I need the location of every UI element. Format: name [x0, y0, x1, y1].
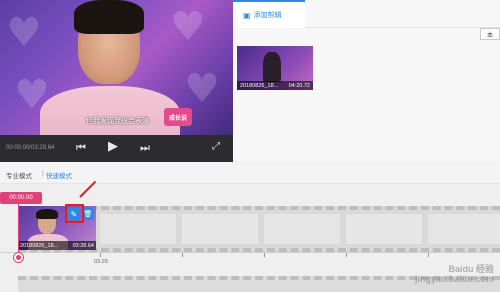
heart-decoration-icon: ♥: [170, 4, 206, 50]
clip-hair: [36, 209, 58, 219]
heart-decoration-icon: ♥: [6, 10, 42, 56]
ruler-tick: [346, 253, 347, 257]
mode-separator: |: [42, 170, 44, 177]
presenter-hair: [74, 0, 144, 34]
pro-mode-tab[interactable]: 专业模式: [6, 170, 32, 180]
playhead-handle[interactable]: [14, 253, 23, 262]
play-icon[interactable]: ▶: [108, 139, 118, 154]
ruler-tick: [264, 253, 265, 257]
annotation-highlight-box: [65, 204, 84, 223]
empty-track-slot: [264, 214, 340, 244]
media-tab-bar: ▣ 添加剪辑: [233, 0, 500, 28]
ruler-tick: [100, 253, 101, 257]
timeline-clip-caption: 20180826_18... 03:28.64: [18, 241, 96, 250]
empty-track-slot: [346, 214, 422, 244]
heart-decoration-icon: ♥: [184, 66, 220, 112]
video-subtitle: 但我发现我很会表演: [86, 118, 149, 125]
import-button-label: 本: [486, 32, 493, 39]
empty-track-slot: [428, 214, 500, 244]
playback-time: 00:00.00/03:28.64: [6, 145, 55, 151]
fullscreen-icon[interactable]: ⤢: [212, 141, 220, 152]
mode-bar: 专业模式 | 快速模式: [0, 162, 500, 184]
media-clip-thumbnail[interactable]: 20180826_18... 04:20.72: [237, 46, 313, 90]
tab-add-clip[interactable]: ▣ 添加剪辑: [233, 0, 305, 28]
media-clip-duration: 04:20.72: [288, 82, 310, 89]
skip-back-icon[interactable]: ⏮: [76, 141, 86, 155]
video-clip-icon: ▣: [243, 10, 251, 20]
video-preview[interactable]: ♥ ♥ ♥ ♥ 但我发现我很会表演 成长说: [0, 0, 233, 135]
playhead-line: [18, 204, 19, 256]
media-clip-name: 20180826_18...: [240, 82, 279, 89]
watermark: Baidu 经验 jingyan.baidu.com: [415, 264, 494, 284]
import-button[interactable]: 本: [480, 28, 500, 40]
video-player: ♥ ♥ ♥ ♥ 但我发现我很会表演 成长说 00:00.00/03:28.64 …: [0, 0, 233, 162]
tab-add-clip-label: 添加剪辑: [253, 12, 282, 19]
media-panel: ▣ 添加剪辑 本 20180826_18... 04:20.72: [233, 0, 500, 162]
timeline-clip-name: 20180826_18...: [20, 242, 59, 249]
skip-forward-icon[interactable]: ⏭: [140, 141, 150, 155]
player-controls: 00:00.00/03:28.64 ⏮ ▶ ⏭ ⤢: [0, 135, 233, 162]
watermark-text: Baidu 经验 jingyan.baidu.com: [414, 264, 494, 284]
quick-mode-tab[interactable]: 快速模式: [46, 170, 72, 180]
show-logo: 成长说: [164, 108, 192, 126]
presenter-shirt: [40, 86, 180, 135]
media-clip-label: 20180826_18... 04:20.72: [237, 81, 313, 90]
timeline-clip-duration: 03:28.64: [72, 242, 94, 249]
ruler-tick: [182, 253, 183, 257]
ruler-label-end: 03:28: [94, 259, 108, 265]
ruler-tick: [428, 253, 429, 257]
empty-track-slot: [100, 214, 176, 244]
clip-figure: [263, 52, 281, 82]
empty-track-slot: [182, 214, 258, 244]
current-time-badge: 00:00.00: [0, 192, 42, 204]
